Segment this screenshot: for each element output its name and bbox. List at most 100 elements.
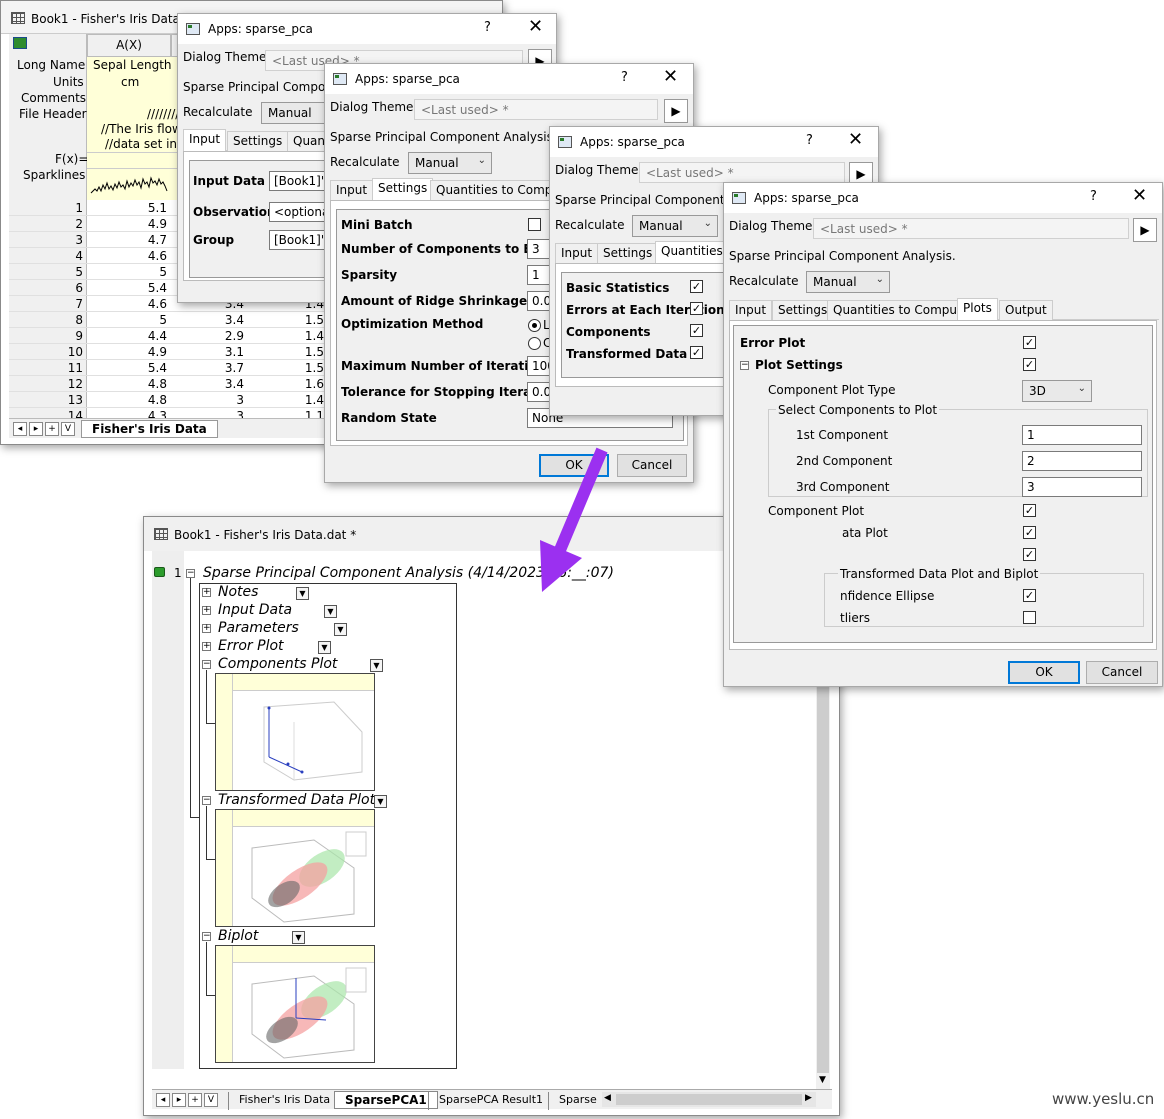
transformed-checkbox[interactable]: ✓ xyxy=(690,346,703,359)
cell-a[interactable]: 4.7 xyxy=(148,233,167,247)
scroll-down-icon[interactable]: ▼ xyxy=(819,1075,826,1085)
cell-b[interactable]: 3.4 xyxy=(225,377,244,391)
tree-notes[interactable]: Notes xyxy=(218,584,258,600)
cell-a[interactable]: 5.1 xyxy=(148,201,167,215)
tree-input-data[interactable]: Input Data xyxy=(218,602,292,618)
add-sheet-button[interactable]: + xyxy=(45,422,59,436)
dialog-theme-field[interactable]: <Last used> * xyxy=(414,99,658,120)
theme-menu-button[interactable]: ▶ xyxy=(1133,218,1157,242)
h-scroll-thumb[interactable] xyxy=(616,1094,802,1105)
dialog-theme-field[interactable]: <Last used> * xyxy=(639,162,845,183)
transformed-menu-button[interactable]: ▼ xyxy=(374,795,387,808)
cell-a[interactable]: 4.9 xyxy=(148,345,167,359)
tree-parameters[interactable]: Parameters xyxy=(218,620,299,636)
sheet-tab-sparse[interactable]: Sparse xyxy=(548,1092,602,1110)
dialog-titlebar[interactable]: Apps: sparse_pca ? ✕ xyxy=(325,64,693,94)
sheet-tab-sparsepca1[interactable]: SparsePCA1 xyxy=(334,1091,438,1109)
biplot-menu-button[interactable]: ▼ xyxy=(292,931,305,944)
plot-settings-collapse-icon[interactable]: − xyxy=(740,361,749,370)
cell-a[interactable]: 5 xyxy=(159,313,167,327)
tree-biplot[interactable]: Biplot xyxy=(218,928,258,944)
help-button[interactable]: ? xyxy=(484,20,491,35)
nav-prev-button[interactable]: ◂ xyxy=(13,422,27,436)
add-sheet-button[interactable]: + xyxy=(188,1093,202,1107)
recalculate-select[interactable]: Manual ⌄ xyxy=(806,271,890,293)
component-plot-type-select[interactable]: 3D ⌄ xyxy=(1022,380,1092,402)
tab-input[interactable]: Input xyxy=(555,243,599,263)
dialog-theme-field[interactable]: <Last used> * xyxy=(813,218,1129,239)
cell-a[interactable]: 4.6 xyxy=(148,249,167,263)
optimization-radio-a[interactable] xyxy=(528,319,541,332)
cell-a[interactable]: 4.4 xyxy=(148,329,167,343)
cell-a[interactable]: 4.9 xyxy=(148,217,167,231)
components-plot-thumbnail[interactable] xyxy=(215,673,375,791)
cell-b[interactable]: 3.7 xyxy=(225,361,244,375)
report-collapse-icon[interactable]: − xyxy=(186,569,195,578)
error-plot-expand-icon[interactable]: + xyxy=(202,642,211,651)
components-plot-collapse-icon[interactable]: − xyxy=(202,660,211,669)
cell-a[interactable]: 4.8 xyxy=(148,393,167,407)
tree-components-plot[interactable]: Components Plot xyxy=(218,656,337,672)
input-data-expand-icon[interactable]: + xyxy=(202,606,211,615)
biplot-checkbox[interactable]: ✓ xyxy=(1023,548,1036,561)
tab-settings[interactable]: Settings xyxy=(227,131,289,151)
components-plot-menu-button[interactable]: ▼ xyxy=(370,659,383,672)
cell-c[interactable]: 1.4 xyxy=(305,393,324,407)
cancel-button[interactable]: Cancel xyxy=(617,454,687,477)
notes-menu-button[interactable]: ▼ xyxy=(296,587,309,600)
cell-c[interactable]: 1.5 xyxy=(305,361,324,375)
errors-iter-checkbox[interactable]: ✓ xyxy=(690,302,703,315)
cell-c[interactable]: 1.5 xyxy=(305,313,324,327)
parameters-menu-button[interactable]: ▼ xyxy=(334,623,347,636)
biplot-collapse-icon[interactable]: − xyxy=(202,932,211,941)
recalculate-select[interactable]: Manual ⌄ xyxy=(408,152,492,174)
cell-b[interactable]: 2.9 xyxy=(225,329,244,343)
data-plot-checkbox[interactable]: ✓ xyxy=(1023,526,1036,539)
tab-output[interactable]: Output xyxy=(999,300,1053,320)
tab-settings[interactable]: Settings xyxy=(772,300,834,320)
col-a-header[interactable]: A(X) xyxy=(87,34,171,57)
notes-expand-icon[interactable]: + xyxy=(202,588,211,597)
cell-a[interactable]: 5 xyxy=(159,265,167,279)
parameters-expand-icon[interactable]: + xyxy=(202,624,211,633)
sheet-tab-result1[interactable]: SparsePCA Result1 xyxy=(428,1092,553,1110)
tab-settings[interactable]: Settings xyxy=(372,178,434,200)
first-component-field[interactable]: 1 xyxy=(1022,425,1142,445)
horizontal-scrollbar[interactable]: ◀ ▶ xyxy=(602,1092,816,1107)
biplot-thumbnail[interactable] xyxy=(215,945,375,1063)
sheet-list-button[interactable]: V xyxy=(61,422,75,436)
cell-a[interactable]: 4.8 xyxy=(148,377,167,391)
error-plot-menu-button[interactable]: ▼ xyxy=(318,641,331,654)
units-cell[interactable]: cm xyxy=(121,75,139,91)
help-button[interactable]: ? xyxy=(621,70,628,85)
cell-a[interactable]: 5.4 xyxy=(148,361,167,375)
outliers-checkbox[interactable] xyxy=(1023,611,1036,624)
scroll-left-icon[interactable]: ◀ xyxy=(604,1093,611,1103)
basic-stats-checkbox[interactable]: ✓ xyxy=(690,280,703,293)
cell-b[interactable]: 3.1 xyxy=(225,345,244,359)
close-button[interactable]: ✕ xyxy=(1132,185,1147,206)
sheet-list-button[interactable]: V xyxy=(204,1093,218,1107)
nav-prev-button[interactable]: ◂ xyxy=(156,1093,170,1107)
tab-settings[interactable]: Settings xyxy=(597,243,659,263)
component-plot-checkbox[interactable]: ✓ xyxy=(1023,504,1036,517)
plot-settings-checkbox[interactable]: ✓ xyxy=(1023,358,1036,371)
tab-input[interactable]: Input xyxy=(183,129,227,151)
long-name-cell[interactable]: Sepal Length xyxy=(93,58,172,74)
dialog-titlebar[interactable]: Apps: sparse_pca ? ✕ xyxy=(724,183,1162,213)
cell-c[interactable]: 1.6 xyxy=(305,377,324,391)
nav-next-button[interactable]: ▸ xyxy=(29,422,43,436)
confidence-ellipse-checkbox[interactable]: ✓ xyxy=(1023,589,1036,602)
tree-error-plot[interactable]: Error Plot xyxy=(218,638,284,654)
transformed-plot-thumbnail[interactable] xyxy=(215,809,375,927)
close-button[interactable]: ✕ xyxy=(848,129,863,150)
error-plot-checkbox[interactable]: ✓ xyxy=(1023,336,1036,349)
tab-plots[interactable]: Plots xyxy=(957,298,998,320)
cell-a[interactable]: 5.4 xyxy=(148,281,167,295)
mini-batch-checkbox[interactable] xyxy=(528,218,541,231)
recalculate-select[interactable]: Manual ⌄ xyxy=(632,215,718,237)
tree-transformed-data-plot[interactable]: Transformed Data Plot xyxy=(218,792,375,808)
nav-next-button[interactable]: ▸ xyxy=(172,1093,186,1107)
sheet-tab-iris[interactable]: Fisher's Iris Data xyxy=(228,1092,340,1110)
close-button[interactable]: ✕ xyxy=(663,66,678,87)
